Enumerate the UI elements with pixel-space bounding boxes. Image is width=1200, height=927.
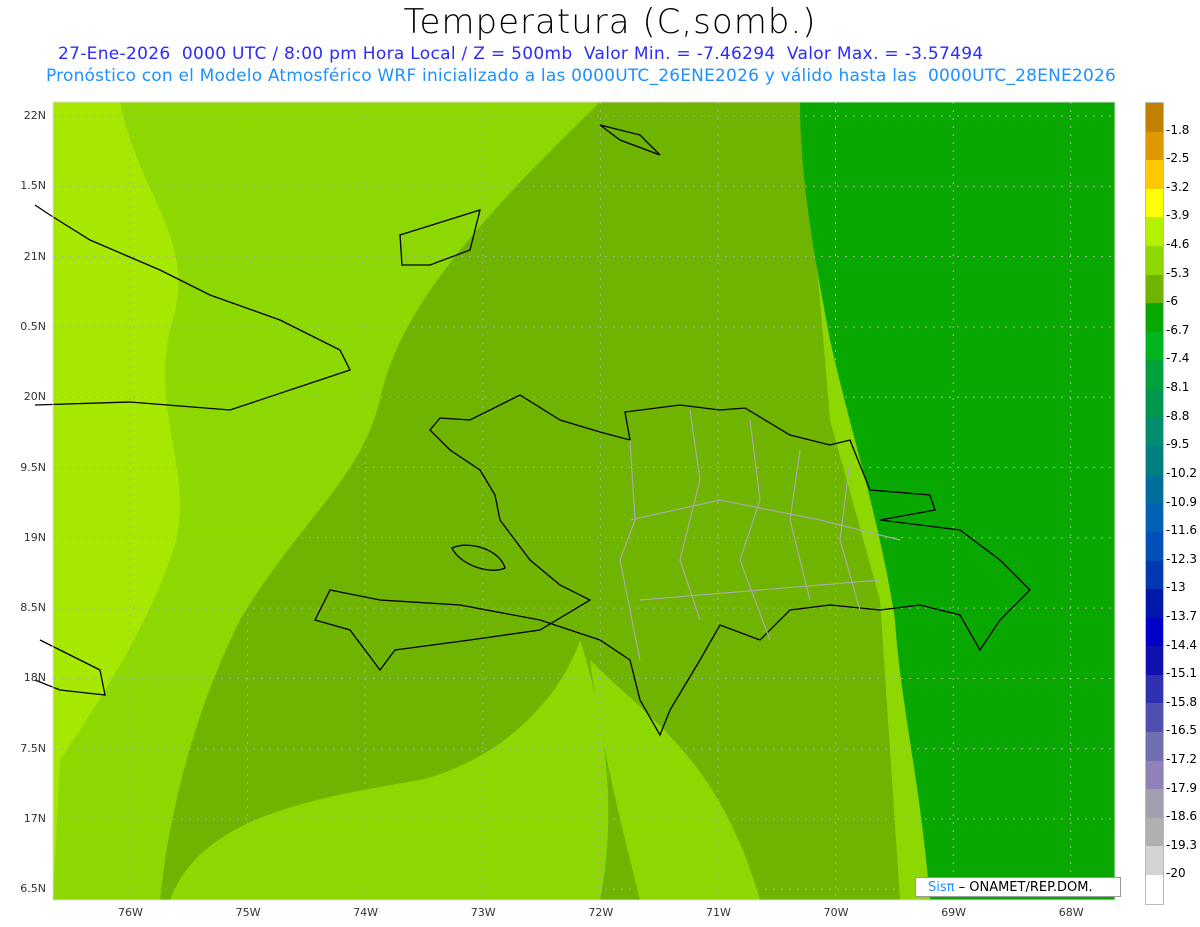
- lon-label: 72W: [588, 906, 614, 919]
- colorbar-bin: [1146, 331, 1163, 361]
- colorbar-label: -12.3: [1166, 551, 1198, 566]
- colorbar-bin: [1146, 417, 1163, 447]
- lon-label: 76W: [118, 906, 143, 919]
- colorbar-bin: [1146, 789, 1163, 818]
- lat-label: 22N: [23, 109, 46, 122]
- colorbar-label: -3.9: [1166, 208, 1190, 223]
- colorbar-bin: [1146, 160, 1163, 189]
- colorbar-bin: [1146, 274, 1163, 304]
- colorbar-bin: [1146, 589, 1163, 618]
- lat-label: 21N: [23, 249, 46, 263]
- lat-label: 6.5N: [20, 882, 46, 896]
- colorbar-bin: [1146, 674, 1163, 704]
- colorbar-label: -3.2: [1166, 179, 1190, 194]
- colorbar-bin: [1146, 188, 1163, 218]
- lat-label: 18N: [23, 671, 46, 685]
- temperature-map: [34, 101, 1116, 901]
- brand-logo: Sisπ: [928, 880, 955, 895]
- colorbar-bin: [1146, 760, 1163, 790]
- colorbar-bin: [1146, 732, 1163, 761]
- colorbar-bin: [1146, 131, 1163, 161]
- colorbar-label: -6.7: [1166, 322, 1190, 337]
- colorbar-bin: [1146, 817, 1163, 847]
- colorbar-label: -9.5: [1166, 437, 1190, 452]
- colorbar-bin: [1146, 217, 1163, 246]
- colorbar-bin: [1146, 646, 1163, 675]
- colorbar-label: -15.1: [1166, 666, 1198, 681]
- lat-label: 0.5N: [20, 319, 46, 333]
- colorbar-bin: [1146, 360, 1163, 389]
- colorbar-label: -13: [1166, 580, 1186, 595]
- lon-label: 74W: [353, 906, 379, 919]
- colorbar-label: -15.8: [1166, 694, 1198, 709]
- colorbar-bin: [1146, 560, 1163, 590]
- colorbar-label: -6: [1166, 294, 1178, 309]
- colorbar-label: -4.6: [1166, 237, 1190, 252]
- colorbar-bin: [1146, 245, 1163, 275]
- colorbar-bin: [1146, 103, 1163, 132]
- colorbar-bin: [1146, 846, 1163, 876]
- lat-label: 19N: [23, 530, 46, 544]
- colorbar-label: -1.8: [1166, 122, 1190, 137]
- lat-label: 1.5N: [20, 179, 46, 193]
- lat-label: 8.5N: [20, 601, 46, 615]
- colorbar-label: -10.2: [1166, 465, 1198, 480]
- colorbar-bin: [1146, 531, 1163, 561]
- colorbar-label: -8.8: [1166, 408, 1190, 423]
- colorbar-label: -17.9: [1166, 780, 1198, 795]
- lon-label: 70W: [823, 906, 849, 919]
- colorbar-label: -18.6: [1166, 809, 1198, 824]
- colorbar-label: -16.5: [1166, 723, 1198, 738]
- colorbar-label: -2.5: [1166, 151, 1190, 166]
- colorbar-bin: [1146, 503, 1163, 532]
- credit-badge: Sisπ – ONAMET/REP.DOM.: [915, 877, 1121, 897]
- lat-label: 7.5N: [20, 741, 46, 755]
- colorbar-bin: [1146, 303, 1163, 332]
- lon-label: 68W: [1058, 906, 1084, 919]
- lat-label: 17N: [23, 812, 46, 825]
- colorbar-label: -7.4: [1166, 351, 1190, 366]
- lon-label: 73W: [470, 906, 496, 919]
- colorbar-label: -14.4: [1166, 637, 1198, 652]
- colorbar-label: -10.9: [1166, 494, 1198, 509]
- colorbar-bin: [1146, 446, 1163, 475]
- lon-label: 75W: [235, 906, 261, 919]
- colorbar-label: -13.7: [1166, 608, 1198, 623]
- colorbar-bin: [1146, 388, 1163, 418]
- lat-label: 20N: [23, 390, 46, 404]
- lat-label: 9.5N: [20, 460, 46, 474]
- colorbar-label: -19.3: [1166, 837, 1198, 852]
- colorbar-bin: [1146, 617, 1163, 647]
- colorbar: [1145, 102, 1164, 905]
- colorbar-bin: [1146, 703, 1163, 733]
- colorbar-label: -20: [1166, 866, 1186, 881]
- lon-label: 69W: [941, 906, 967, 919]
- credit-text: – ONAMET/REP.DOM.: [958, 880, 1093, 895]
- colorbar-label: -8.1: [1166, 380, 1190, 395]
- colorbar-bin: [1146, 875, 1163, 904]
- colorbar-label: -17.2: [1166, 751, 1198, 766]
- colorbar-label: -11.6: [1166, 523, 1198, 538]
- lon-label: 71W: [706, 906, 731, 919]
- colorbar-bin: [1146, 474, 1163, 504]
- colorbar-label: -5.3: [1166, 265, 1190, 280]
